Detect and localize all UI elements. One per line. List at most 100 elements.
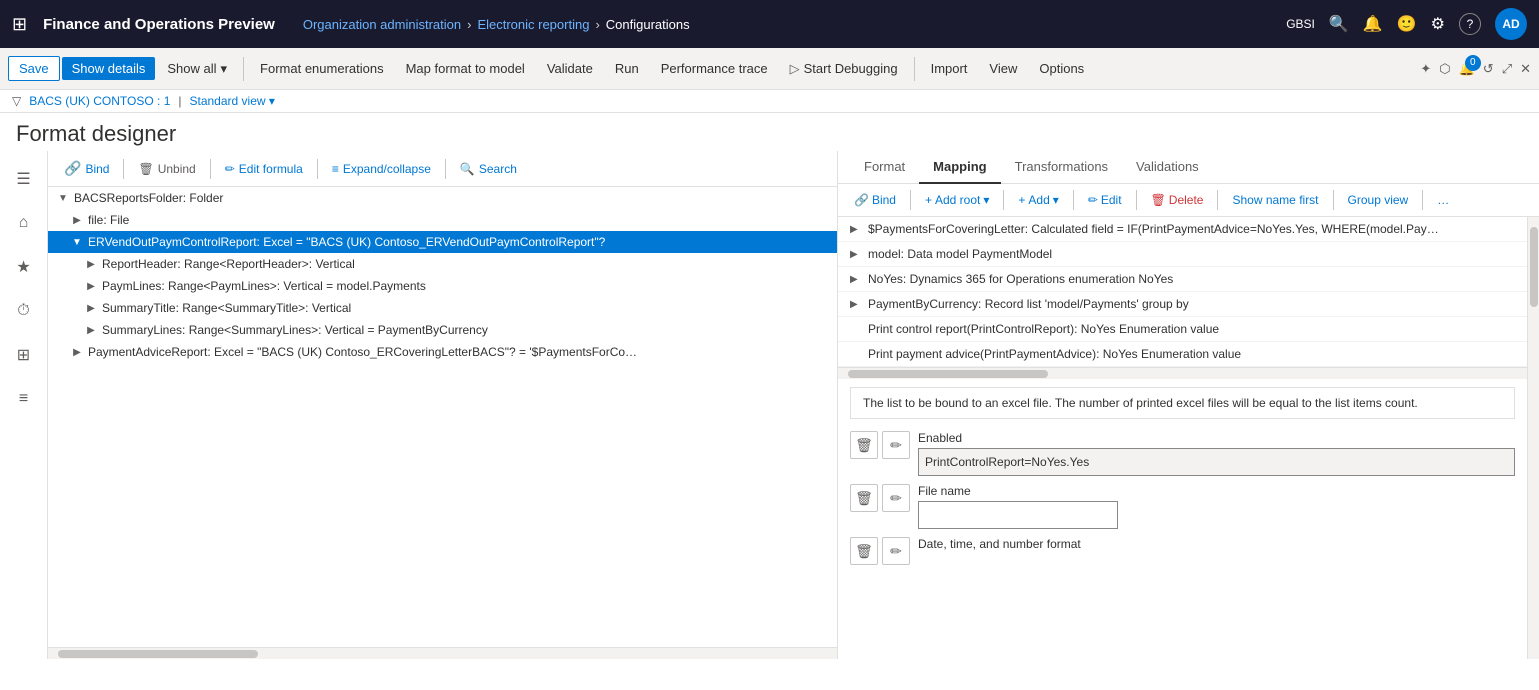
validate-button[interactable]: Validate — [537, 57, 603, 80]
notification-badge: 0 — [1465, 55, 1481, 71]
show-all-button[interactable]: Show all ▾ — [157, 57, 237, 81]
start-debugging-button[interactable]: ▷ Start Debugging — [780, 57, 908, 81]
tree-item-1[interactable]: ▶ file: File — [48, 209, 837, 231]
settings-icon[interactable]: ⚙ — [1431, 14, 1445, 34]
sidebar-menu-icon[interactable]: ☰ — [4, 159, 44, 199]
prop-input-enabled[interactable] — [918, 448, 1515, 476]
performance-trace-button[interactable]: Performance trace — [651, 57, 778, 80]
prop-delete-btn-datetime[interactable]: 🗑 — [850, 537, 878, 565]
search-icon[interactable]: 🔍 — [1329, 14, 1349, 34]
add-button[interactable]: + Add ▾ — [1010, 190, 1066, 210]
data-item-3[interactable]: ▶ PaymentByCurrency: Record list 'model/… — [838, 292, 1527, 317]
add-root-button[interactable]: + Add root ▾ — [917, 190, 997, 210]
prop-edit-btn-filename[interactable]: ✏ — [882, 484, 910, 512]
expand-collapse-button[interactable]: ≡ Expand/collapse — [324, 159, 439, 179]
right-vert-scrollbar[interactable] — [1527, 217, 1539, 659]
sidebar-list-icon[interactable]: ≡ — [4, 379, 44, 419]
user-avatar[interactable]: AD — [1495, 8, 1527, 40]
tree-item-0[interactable]: ▼ BACSReportsFolder: Folder — [48, 187, 837, 209]
right-scrollbar[interactable] — [838, 367, 1527, 379]
map-format-to-model-button[interactable]: Map format to model — [396, 57, 535, 80]
tree-item-5[interactable]: ▶ SummaryTitle: Range<SummaryTitle>: Ver… — [48, 297, 837, 319]
sidebar-clock-icon[interactable]: ⏱ — [4, 291, 44, 331]
prop-edit-btn-enabled[interactable]: ✏ — [882, 431, 910, 459]
prop-edit-btn-datetime[interactable]: ✏ — [882, 537, 910, 565]
smiley-icon[interactable]: 🙂 — [1397, 14, 1417, 34]
expander-2: ▼ — [70, 237, 84, 248]
data-item-1[interactable]: ▶ model: Data model PaymentModel — [838, 242, 1527, 267]
search-button-left[interactable]: 🔍 Search — [452, 159, 525, 179]
data-item-5[interactable]: Print payment advice(PrintPaymentAdvice)… — [838, 342, 1527, 367]
breadcrumb-er[interactable]: Electronic reporting — [477, 17, 589, 32]
sidebar-grid-icon[interactable]: ⊞ — [4, 335, 44, 375]
more-icon: … — [1437, 193, 1449, 207]
prop-delete-btn-enabled[interactable]: 🗑 — [850, 431, 878, 459]
main-content: ☰ ⌂ ★ ⏱ ⊞ ≡ 🔗 Bind 🗑 Unbind ✏ Edit formu… — [0, 151, 1539, 659]
standard-view-dropdown[interactable]: Standard view ▾ — [190, 94, 275, 108]
right-vert-thumb — [1530, 227, 1538, 307]
data-list: ▶ $PaymentsForCoveringLetter: Calculated… — [838, 217, 1527, 367]
tab-validations[interactable]: Validations — [1122, 151, 1213, 184]
rt-sep-5 — [1217, 190, 1218, 210]
prop-delete-btn-filename[interactable]: 🗑 — [850, 484, 878, 512]
bind-button-right[interactable]: 🔗 Bind — [846, 190, 904, 210]
tree-label-3: ReportHeader: Range<ReportHeader>: Verti… — [102, 257, 355, 271]
tree-item-4[interactable]: ▶ PaymLines: Range<PaymLines>: Vertical … — [48, 275, 837, 297]
tab-transformations[interactable]: Transformations — [1001, 151, 1122, 184]
run-button[interactable]: Run — [605, 57, 649, 80]
top-nav: ⊞ Finance and Operations Preview Organiz… — [0, 0, 1539, 48]
prop-input-filename[interactable] — [918, 501, 1118, 529]
left-scrollbar[interactable] — [48, 647, 837, 659]
data-item-2[interactable]: ▶ NoYes: Dynamics 365 for Operations enu… — [838, 267, 1527, 292]
prop-label-enabled: Enabled — [918, 431, 1515, 445]
data-label-5: Print payment advice(PrintPaymentAdvice)… — [868, 347, 1241, 361]
rt-sep-3 — [1073, 190, 1074, 210]
user-code: GBSI — [1286, 17, 1315, 31]
show-details-button[interactable]: Show details — [62, 57, 156, 80]
bell-icon[interactable]: 🔔 — [1363, 14, 1383, 34]
unbind-button[interactable]: 🗑 Unbind — [130, 159, 203, 179]
edit-formula-icon: ✏ — [225, 162, 235, 176]
more-button[interactable]: … — [1429, 190, 1457, 210]
search-icon-left: 🔍 — [460, 162, 475, 176]
save-button[interactable]: Save — [8, 56, 60, 81]
sidebar-home-icon[interactable]: ⌂ — [4, 203, 44, 243]
app-grid-icon[interactable]: ⊞ — [12, 14, 27, 35]
import-button[interactable]: Import — [921, 57, 978, 80]
bind-button-left[interactable]: 🔗 Bind — [56, 157, 117, 180]
format-enumerations-button[interactable]: Format enumerations — [250, 57, 394, 80]
data-item-0[interactable]: ▶ $PaymentsForCoveringLetter: Calculated… — [838, 217, 1527, 242]
edit-formula-button[interactable]: ✏ Edit formula — [217, 159, 311, 179]
data-label-2: NoYes: Dynamics 365 for Operations enume… — [868, 272, 1173, 286]
tree-item-3[interactable]: ▶ ReportHeader: Range<ReportHeader>: Ver… — [48, 253, 837, 275]
help-icon[interactable]: ? — [1459, 13, 1481, 35]
tree-item-2[interactable]: ▼ ERVendOutPaymControlReport: Excel = "B… — [48, 231, 837, 253]
view-button[interactable]: View — [979, 57, 1027, 80]
close-icon[interactable]: ✕ — [1520, 61, 1531, 77]
toolbar-sep-1 — [243, 57, 244, 81]
rt-sep-6 — [1333, 190, 1334, 210]
edit-button[interactable]: ✏ Edit — [1080, 190, 1130, 210]
filter-icon[interactable]: ▽ — [12, 94, 21, 108]
delete-button[interactable]: 🗑 Delete — [1143, 190, 1212, 210]
tab-mapping[interactable]: Mapping — [919, 151, 1000, 184]
view-arrow: ▾ — [269, 94, 275, 108]
options-button[interactable]: Options — [1029, 57, 1094, 80]
tree-item-6[interactable]: ▶ SummaryLines: Range<SummaryLines>: Ver… — [48, 319, 837, 341]
toolbar-right-icon-2[interactable]: ⬡ — [1439, 61, 1450, 77]
left-scroll-thumb — [58, 650, 258, 658]
toolbar-right-icon-1[interactable]: ✦ — [1420, 61, 1431, 77]
data-item-4[interactable]: Print control report(PrintControlReport)… — [838, 317, 1527, 342]
breadcrumb-org[interactable]: Organization administration — [303, 17, 461, 32]
prop-label-filename: File name — [918, 484, 1515, 498]
show-name-first-button[interactable]: Show name first — [1224, 190, 1326, 210]
group-view-button[interactable]: Group view — [1340, 190, 1417, 210]
badge-wrap: 🔔 0 — [1459, 61, 1475, 77]
tree-item-7[interactable]: ▶ PaymentAdviceReport: Excel = "BACS (UK… — [48, 341, 837, 363]
toolbar-right-icon-5[interactable]: ⤢ — [1502, 61, 1512, 77]
tab-format[interactable]: Format — [850, 151, 919, 184]
sidebar-star-icon[interactable]: ★ — [4, 247, 44, 287]
expander-1: ▶ — [70, 215, 84, 226]
toolbar-right-icon-4[interactable]: ↺ — [1483, 61, 1494, 77]
rt-sep-7 — [1422, 190, 1423, 210]
